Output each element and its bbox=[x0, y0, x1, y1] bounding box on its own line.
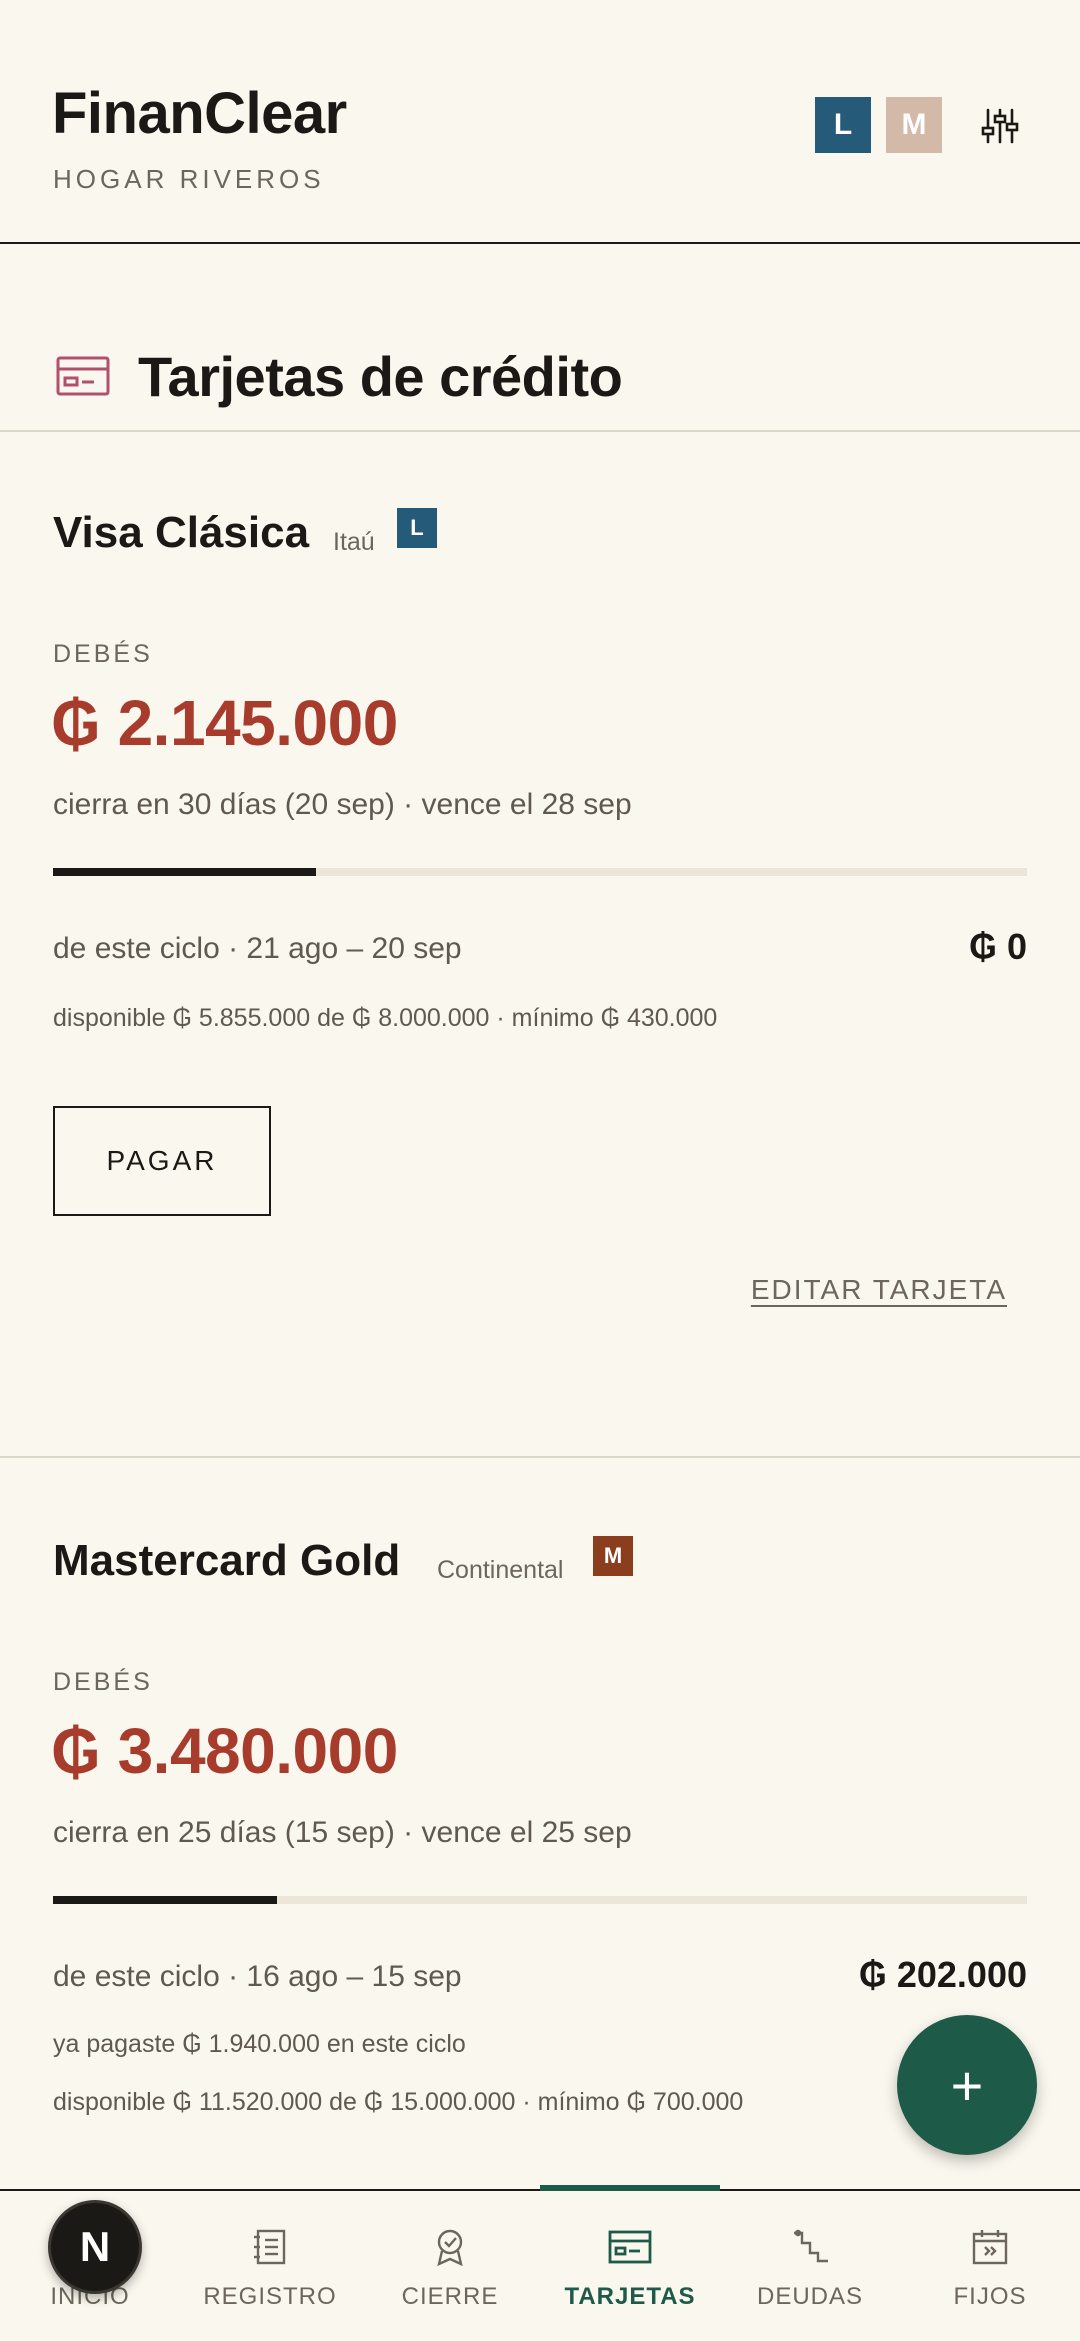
app-title: FinanClear bbox=[52, 81, 347, 146]
stairs-icon bbox=[794, 2229, 828, 2263]
settings-button[interactable] bbox=[970, 96, 1030, 156]
sliders-icon bbox=[981, 108, 1019, 144]
credit-card-icon bbox=[56, 356, 110, 396]
calendar-icon bbox=[972, 2230, 1008, 2265]
household-name: HOGAR RIVEROS bbox=[53, 164, 325, 194]
bottom-nav: INICIO REGISTRO CIERRE TARJETAS DEUDAS F… bbox=[0, 2185, 1080, 2341]
section-header: Tarjetas de crédito bbox=[0, 244, 1080, 432]
paid-note: ya pagaste ₲ 1.940.000 en este ciclo bbox=[53, 2030, 466, 2058]
nav-item-cierre[interactable]: CIERRE bbox=[360, 2191, 540, 2341]
period-amount: ₲ 0 bbox=[968, 926, 1027, 967]
debt-label: DEBÉS bbox=[53, 1668, 153, 1696]
credit-card-icon bbox=[608, 2230, 652, 2264]
edit-card-link[interactable]: EDITAR TARJETA bbox=[751, 1274, 1007, 1306]
owner-badge: L bbox=[397, 508, 437, 548]
progress-fill bbox=[53, 868, 316, 876]
section-title: Tarjetas de crédito bbox=[138, 345, 623, 408]
progress-bar bbox=[53, 868, 1027, 876]
card-name: Visa Clásica bbox=[53, 508, 310, 557]
pay-button[interactable]: PAGAR bbox=[53, 1106, 271, 1216]
debt-amount: ₲ 3.480.000 bbox=[51, 1715, 398, 1787]
period-amount: ₲ 202.000 bbox=[858, 1954, 1027, 1995]
cycle-info: cierra en 25 días (15 sep) · vence el 25… bbox=[53, 1816, 632, 1849]
nav-label: DEUDAS bbox=[756, 2283, 864, 2310]
ledger-icon bbox=[254, 2229, 286, 2265]
nav-label: FIJOS bbox=[953, 2283, 1027, 2310]
user-badge-m[interactable]: M bbox=[886, 97, 942, 153]
debt-amount: ₲ 2.145.000 bbox=[51, 687, 398, 759]
nav-label: CIERRE bbox=[401, 2283, 499, 2310]
nav-item-tarjetas[interactable]: TARJETAS bbox=[540, 2191, 720, 2341]
nav-label: REGISTRO bbox=[203, 2283, 337, 2310]
nav-item-fijos[interactable]: FIJOS bbox=[900, 2191, 1080, 2341]
nav-item-deudas[interactable]: DEUDAS bbox=[720, 2191, 900, 2341]
period-label: de este ciclo · 21 ago – 20 sep bbox=[53, 932, 462, 965]
cycle-info: cierra en 30 días (20 sep) · vence el 28… bbox=[53, 788, 632, 821]
owner-badge: M bbox=[593, 1536, 633, 1576]
nav-item-registro[interactable]: REGISTRO bbox=[180, 2191, 360, 2341]
card-bank: Continental bbox=[437, 1556, 564, 1584]
progress-fill bbox=[53, 1896, 278, 1904]
card-bank: Itaú bbox=[333, 528, 375, 556]
app-header: FinanClear HOGAR RIVEROS L M bbox=[0, 0, 1080, 244]
available-credit: disponible ₲ 5.855.000 de ₲ 8.000.000 · … bbox=[53, 1004, 718, 1032]
user-badge-l[interactable]: L bbox=[815, 97, 871, 153]
credit-card-visa: Visa Clásica Itaú L DEBÉS ₲ 2.145.000 ci… bbox=[0, 432, 1080, 1458]
available-credit: disponible ₲ 11.520.000 de ₲ 15.000.000 … bbox=[53, 2088, 744, 2116]
period-label: de este ciclo · 16 ago – 15 sep bbox=[53, 1960, 462, 1993]
debt-label: DEBÉS bbox=[53, 640, 153, 668]
card-name: Mastercard Gold bbox=[53, 1536, 401, 1585]
add-button[interactable]: + bbox=[897, 2015, 1037, 2155]
progress-bar bbox=[53, 1896, 1027, 1904]
badge-icon bbox=[437, 2229, 463, 2267]
dev-indicator[interactable]: N bbox=[48, 2200, 142, 2294]
nav-label: TARJETAS bbox=[564, 2283, 696, 2310]
